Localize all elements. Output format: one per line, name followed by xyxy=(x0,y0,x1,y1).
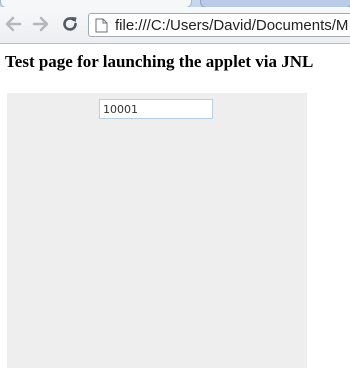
applet-panel xyxy=(7,93,307,368)
browser-toolbar: file:///C:/Users/David/Documents/M xyxy=(0,7,350,44)
forward-button[interactable] xyxy=(31,14,51,34)
url-text: file:///C:/Users/David/Documents/M xyxy=(115,17,349,34)
back-button[interactable] xyxy=(3,14,23,34)
tab-strip: page xyxy=(0,0,350,7)
reload-button[interactable] xyxy=(60,14,80,34)
page-icon xyxy=(95,18,108,33)
browser-tab-active[interactable]: page xyxy=(0,0,192,7)
page-title: Test page for launching the applet via J… xyxy=(5,52,314,71)
browser-tab-new[interactable] xyxy=(200,0,350,7)
back-arrow-icon xyxy=(5,16,22,32)
applet-text-field[interactable] xyxy=(99,99,213,119)
forward-arrow-icon xyxy=(32,16,49,32)
reload-icon xyxy=(63,17,77,31)
address-bar[interactable]: file:///C:/Users/David/Documents/M xyxy=(88,13,350,37)
